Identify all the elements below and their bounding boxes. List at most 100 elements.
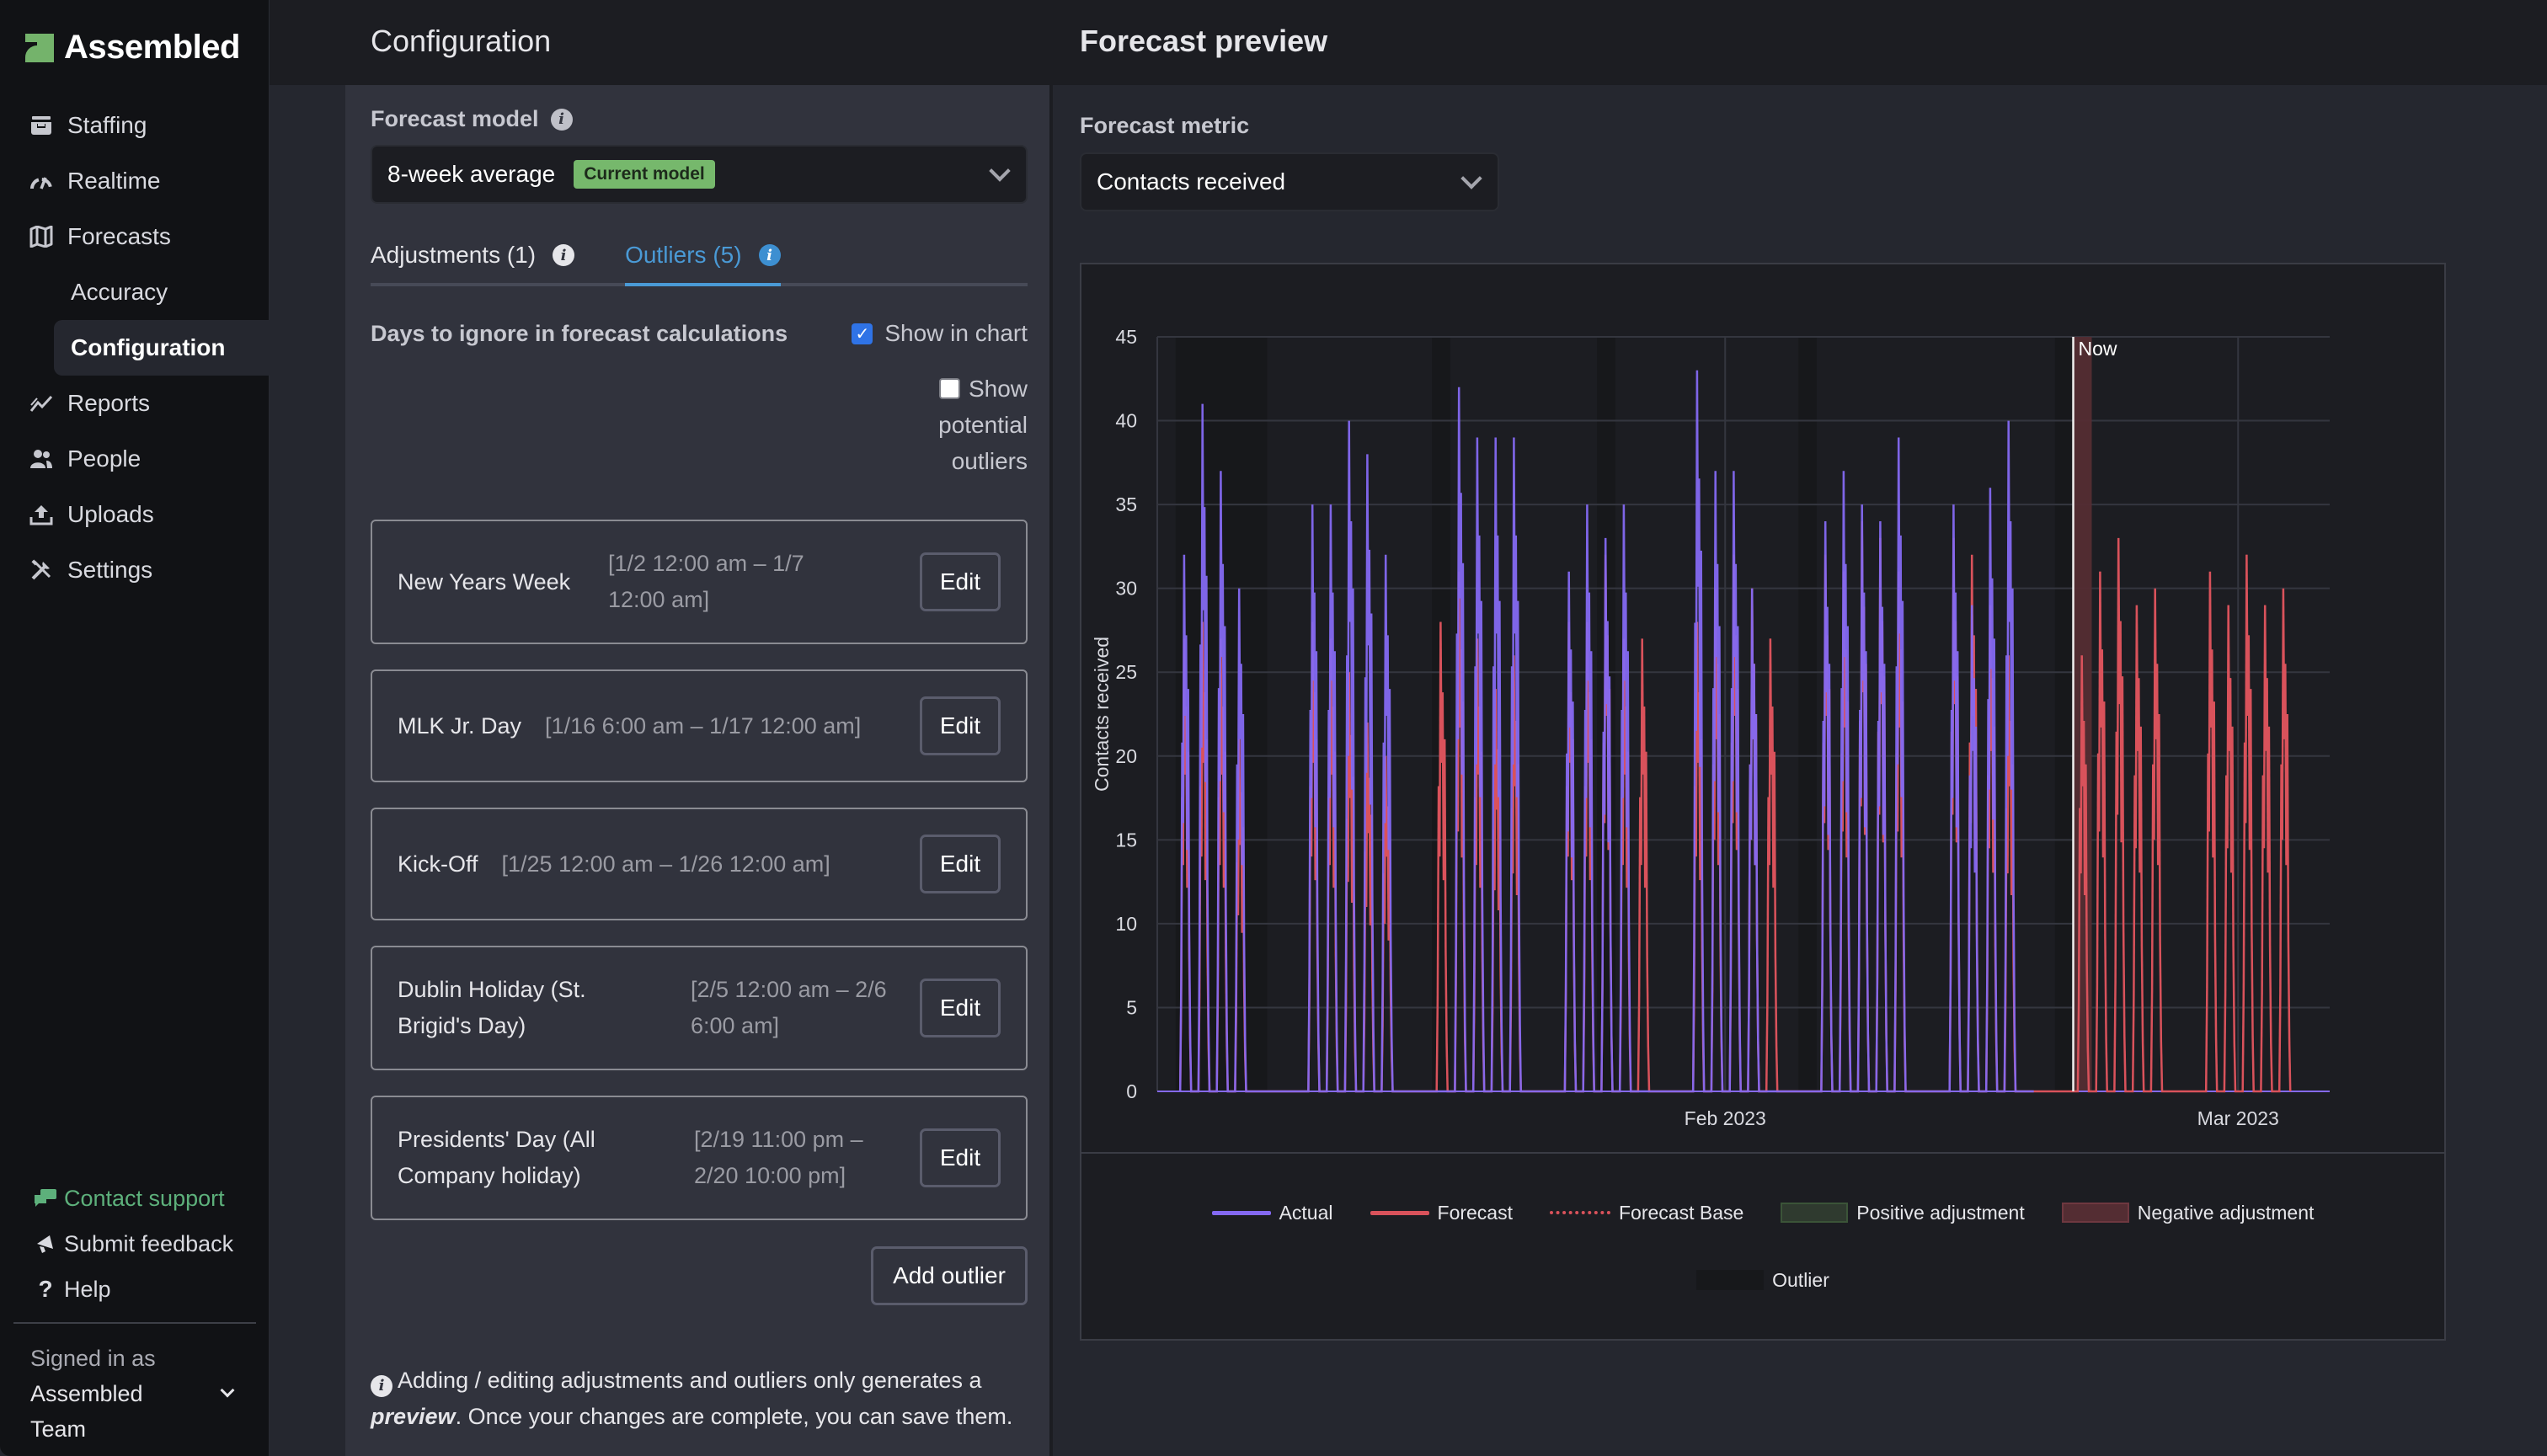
forecast-chart[interactable]: 0 5 10 15 20 25 30 35 40 45 Feb 2023 Mar 2023 Contac… (1081, 264, 2444, 1154)
y-tick-label: 30 (1115, 578, 1137, 600)
outlier-card: Dublin Holiday (St. Brigid's Day) [2/5 1… (371, 946, 1028, 1070)
forecast-metric-select[interactable]: Contacts received (1080, 152, 1499, 211)
legend-swatch-positive (1781, 1203, 1849, 1223)
chat-bubbles-icon (34, 1188, 57, 1208)
legend-item-actual[interactable]: Actual (1211, 1202, 1333, 1224)
edit-outlier-button[interactable]: Edit (920, 979, 1001, 1037)
y-tick-label: 0 (1126, 1080, 1137, 1102)
sidebar-item-label: Accuracy (71, 279, 168, 305)
submit-feedback-label: Submit feedback (64, 1230, 234, 1256)
outlier-range: [2/5 12:00 am – 2/6 6:00 am] (691, 977, 887, 1038)
sidebar-item-configuration[interactable]: Configuration (54, 320, 270, 376)
tab-adjustments[interactable]: Adjustments (1) i (371, 227, 575, 283)
edit-outlier-button[interactable]: Edit (920, 835, 1001, 893)
chevron-down-icon (989, 160, 1011, 182)
sidebar-item-people[interactable]: People (0, 431, 270, 487)
sidebar-item-settings[interactable]: Settings (0, 542, 270, 598)
question-mark-icon: ? (38, 1276, 53, 1302)
submit-feedback-link[interactable]: Submit feedback (0, 1221, 270, 1267)
sidebar-item-label: Staffing (67, 112, 147, 138)
legend-label: Positive adjustment (1856, 1201, 2025, 1224)
logo[interactable]: Assembled (25, 29, 240, 67)
sidebar-item-uploads[interactable]: Uploads (0, 487, 270, 542)
signed-in-label: Signed in as (30, 1346, 156, 1371)
sidebar-item-realtime[interactable]: Realtime (0, 153, 270, 209)
y-tick-label: 45 (1115, 326, 1137, 348)
outlier-name: Dublin Holiday (St. Brigid's Day) (398, 977, 586, 1038)
y-tick-label: 5 (1126, 996, 1137, 1018)
inbox-tray-icon (29, 113, 54, 138)
y-tick-label: 35 (1115, 493, 1137, 515)
chart-legend: Actual Forecast Forecast Base Positive a… (1080, 1196, 2446, 1297)
outlier-card: Presidents' Day (All Company holiday) [2… (371, 1096, 1028, 1220)
legend-item-positive-adjustment[interactable]: Positive adjustment (1781, 1201, 2025, 1224)
forecast-model-select[interactable]: 8-week average Current model (371, 145, 1028, 204)
note-prefix: Adding / editing adjustments and outlier… (398, 1368, 982, 1393)
contact-support-link[interactable]: Contact support (0, 1176, 270, 1221)
chart-card: 0 5 10 15 20 25 30 35 40 45 Feb 2023 Mar 2023 Contac… (1080, 263, 2446, 1341)
sidebar: Assembled Staffing Realtime Forecasts Ac… (0, 0, 270, 1456)
chart-line-icon (29, 391, 54, 416)
note-emphasis: preview (371, 1404, 456, 1429)
config-tabs: Adjustments (1) i Outliers (5) i (371, 227, 1028, 286)
y-tick-label: 10 (1115, 913, 1137, 935)
y-tick-label: 20 (1115, 745, 1137, 767)
info-icon[interactable]: i (758, 244, 781, 266)
map-icon (29, 224, 54, 249)
sidebar-item-label: Forecasts (67, 223, 171, 249)
forecast-metric-value: Contacts received (1097, 168, 1286, 195)
preview-header: Forecast preview (1053, 0, 2547, 85)
outlier-card: MLK Jr. Day [1/16 6:00 am – 1/17 12:00 a… (371, 669, 1028, 782)
edit-outlier-button[interactable]: Edit (920, 552, 1001, 611)
preview-note: i Adding / editing adjustments and outli… (345, 1334, 1053, 1456)
show-potential-outliers-checkbox[interactable]: Show potential outliers (910, 371, 1028, 479)
sidebar-item-label: Settings (67, 557, 153, 583)
config-header: Configuration (270, 0, 1053, 85)
forecast-model-label-text: Forecast model (371, 106, 539, 131)
outlier-range: [1/25 12:00 am – 1/26 12:00 am] (501, 851, 830, 877)
add-outlier-button[interactable]: Add outlier (871, 1246, 1028, 1305)
sidebar-item-label: Realtime (67, 168, 161, 194)
signed-in-block[interactable]: Signed in as Assembled Team (0, 1324, 270, 1447)
legend-item-outlier[interactable]: Outlier (1696, 1269, 1829, 1292)
info-icon[interactable]: i (550, 108, 573, 131)
user-name-line2: Team (30, 1416, 87, 1442)
help-link[interactable]: ? Help (0, 1267, 270, 1312)
sidebar-item-label: Reports (67, 390, 151, 416)
show-in-chart-checkbox[interactable]: ✓ Show in chart (852, 320, 1028, 347)
sidebar-footer: Contact support Submit feedback ? Help S… (0, 1176, 270, 1447)
legend-item-negative-adjustment[interactable]: Negative adjustment (2061, 1201, 2315, 1224)
legend-item-forecast[interactable]: Forecast (1370, 1202, 1513, 1224)
outlier-range: [2/19 11:00 pm – 2/20 10:00 pm] (694, 1127, 863, 1188)
edit-outlier-button[interactable]: Edit (920, 1128, 1001, 1187)
gauge-icon (29, 168, 54, 194)
tools-icon (29, 557, 54, 583)
user-menu-toggle[interactable]: Assembled (30, 1376, 235, 1411)
sidebar-item-label: People (67, 445, 142, 472)
y-tick-label: 40 (1115, 410, 1137, 432)
legend-item-forecast-base[interactable]: Forecast Base (1550, 1202, 1743, 1224)
y-axis-label: Contacts received (1091, 637, 1113, 792)
outlier-card: New Years Week [1/2 12:00 am – 1/7 12:00… (371, 520, 1028, 644)
outliers-section-header: Days to ignore in forecast calculations … (371, 320, 1028, 347)
checkbox-checked-icon[interactable]: ✓ (852, 323, 873, 344)
legend-label: Negative adjustment (2137, 1201, 2315, 1224)
checkbox-unchecked-icon[interactable] (938, 378, 960, 399)
edit-outlier-button[interactable]: Edit (920, 696, 1001, 755)
outlier-band (2054, 337, 2074, 1091)
sidebar-item-forecasts[interactable]: Forecasts (0, 209, 270, 264)
sidebar-item-accuracy[interactable]: Accuracy (0, 264, 270, 320)
megaphone-icon (34, 1233, 57, 1255)
legend-label: Forecast Base (1619, 1201, 1744, 1224)
outlier-name: New Years Week (398, 568, 571, 595)
info-icon[interactable]: i (553, 244, 575, 266)
info-icon: i (371, 1374, 392, 1397)
outlier-range: [1/2 12:00 am – 1/7 12:00 am] (608, 551, 804, 612)
sidebar-item-reports[interactable]: Reports (0, 376, 270, 431)
sidebar-item-staffing[interactable]: Staffing (0, 98, 270, 153)
show-in-chart-label: Show in chart (884, 320, 1028, 346)
assembled-logo-icon (25, 33, 54, 62)
sidebar-item-label: Uploads (67, 501, 154, 527)
legend-swatch-forecast-base (1550, 1211, 1610, 1214)
tab-outliers[interactable]: Outliers (5) i (625, 227, 781, 286)
